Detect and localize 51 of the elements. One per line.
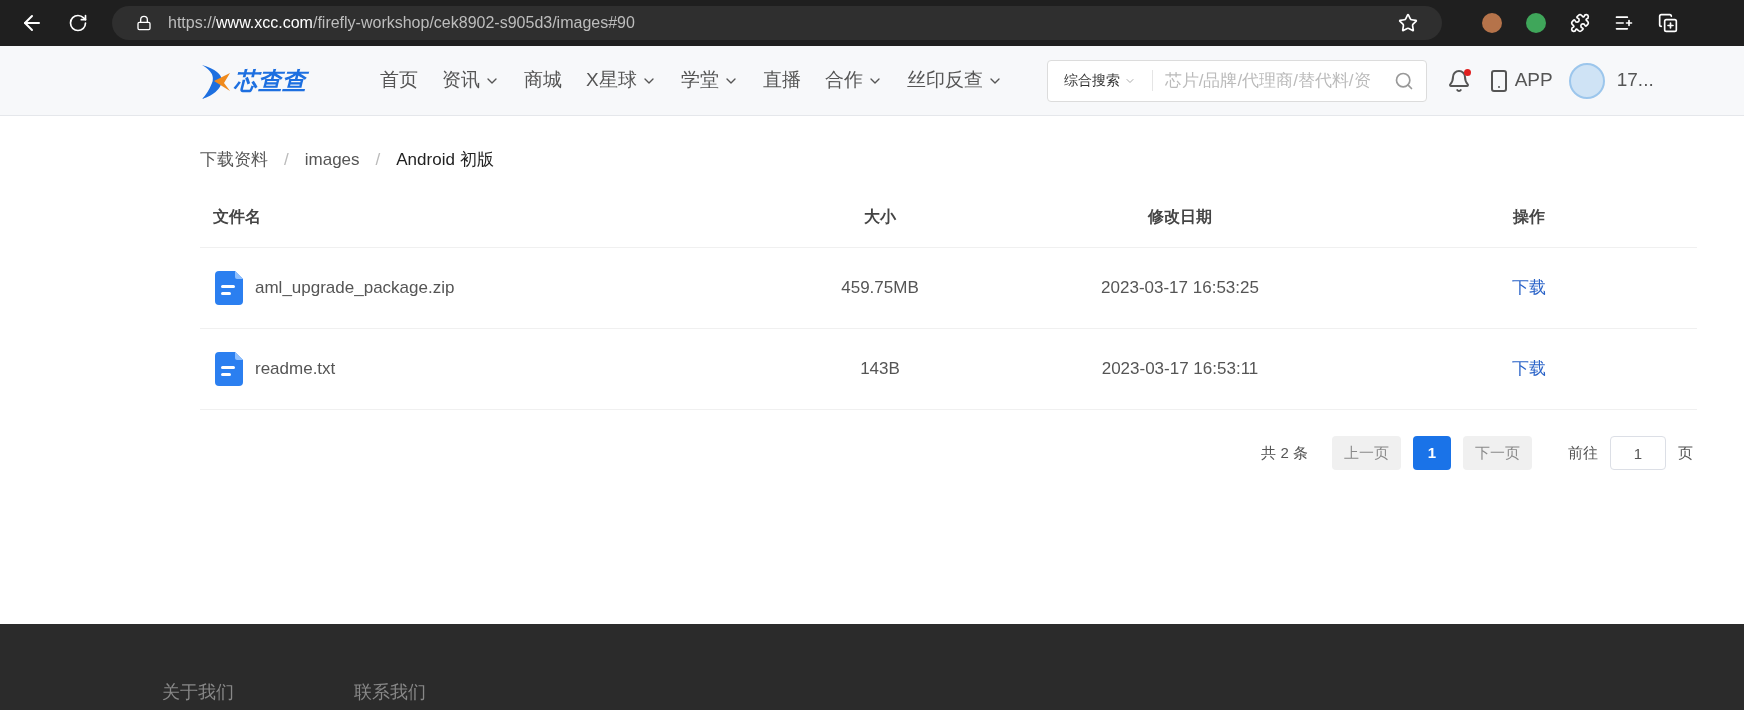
breadcrumb-link[interactable]: images	[304, 147, 360, 173]
page-button[interactable]: 1	[1413, 436, 1451, 470]
column-header: 文件名	[212, 206, 262, 227]
page-input[interactable]: 1	[1610, 436, 1666, 470]
nav-link[interactable]: 直播	[762, 66, 801, 95]
footer-link[interactable]: 联系我们	[354, 679, 426, 706]
collections-icon[interactable]	[1658, 13, 1678, 33]
document-icon	[215, 352, 243, 386]
nav-link[interactable]: 合作	[824, 66, 883, 95]
column-header: 操作	[1511, 206, 1546, 227]
total-count: 共 2 条	[1261, 442, 1308, 463]
favorites-icon[interactable]	[1614, 13, 1634, 33]
page-suffix: 页	[1678, 442, 1693, 463]
nav-link[interactable]: 商城	[524, 66, 562, 95]
search-scope-select[interactable]: 综合搜索	[1047, 70, 1153, 91]
column-header: 大小	[863, 206, 897, 227]
goto-label: 前往	[1568, 442, 1598, 463]
search-icon[interactable]	[1393, 70, 1414, 91]
file-size: 143B	[859, 358, 901, 381]
app-link[interactable]: APP	[1514, 66, 1553, 95]
modified-date: 2023-03-17 16:53:25	[1100, 277, 1260, 300]
download-link[interactable]: 下载	[1511, 356, 1546, 382]
lock-icon	[136, 15, 152, 31]
download-link[interactable]: 下载	[1511, 275, 1546, 301]
breadcrumb-separator: /	[375, 149, 381, 172]
nav-link[interactable]: 资讯	[442, 66, 500, 95]
breadcrumb-link[interactable]: 下载资料	[200, 147, 268, 173]
footer-link[interactable]: 关于我们	[162, 679, 234, 706]
nav-link[interactable]: 丝印反查	[906, 66, 1003, 95]
extensions-icon[interactable]	[1570, 13, 1590, 33]
nav-link[interactable]: 学堂	[680, 66, 739, 95]
search-box[interactable]: 综合搜索 芯片/品牌/代理商/替代料/资	[1046, 59, 1427, 102]
breadcrumb-link[interactable]: Android 初版	[396, 147, 494, 173]
bell-icon[interactable]	[1446, 68, 1471, 93]
document-icon	[215, 271, 243, 305]
url-text: https://www.xcc.com/firefly-workshop/cek8902-s905d3/images#90	[168, 13, 636, 33]
file-size: 459.75MB	[840, 277, 920, 300]
address-bar[interactable]: https://www.xcc.com/firefly-workshop/cek8902-s905d3/images#90	[112, 6, 1442, 40]
nav-link[interactable]: 首页	[380, 66, 418, 95]
breadcrumb-separator: /	[284, 149, 289, 172]
extension-icon[interactable]	[1482, 13, 1502, 33]
extension-icon[interactable]	[1526, 13, 1546, 33]
reload-icon[interactable]	[68, 13, 88, 33]
file-name: aml_upgrade_package.zip	[255, 277, 455, 300]
modified-date: 2023-03-17 16:53:11	[1100, 358, 1260, 381]
favorite-icon[interactable]	[1398, 13, 1418, 33]
search-input[interactable]: 芯片/品牌/代理商/替代料/资	[1152, 67, 1394, 94]
nav-link[interactable]: X星球	[586, 66, 657, 95]
user-name[interactable]: 17...	[1616, 66, 1654, 95]
file-name: readme.txt	[255, 358, 336, 381]
column-header: 修改日期	[1146, 206, 1213, 227]
